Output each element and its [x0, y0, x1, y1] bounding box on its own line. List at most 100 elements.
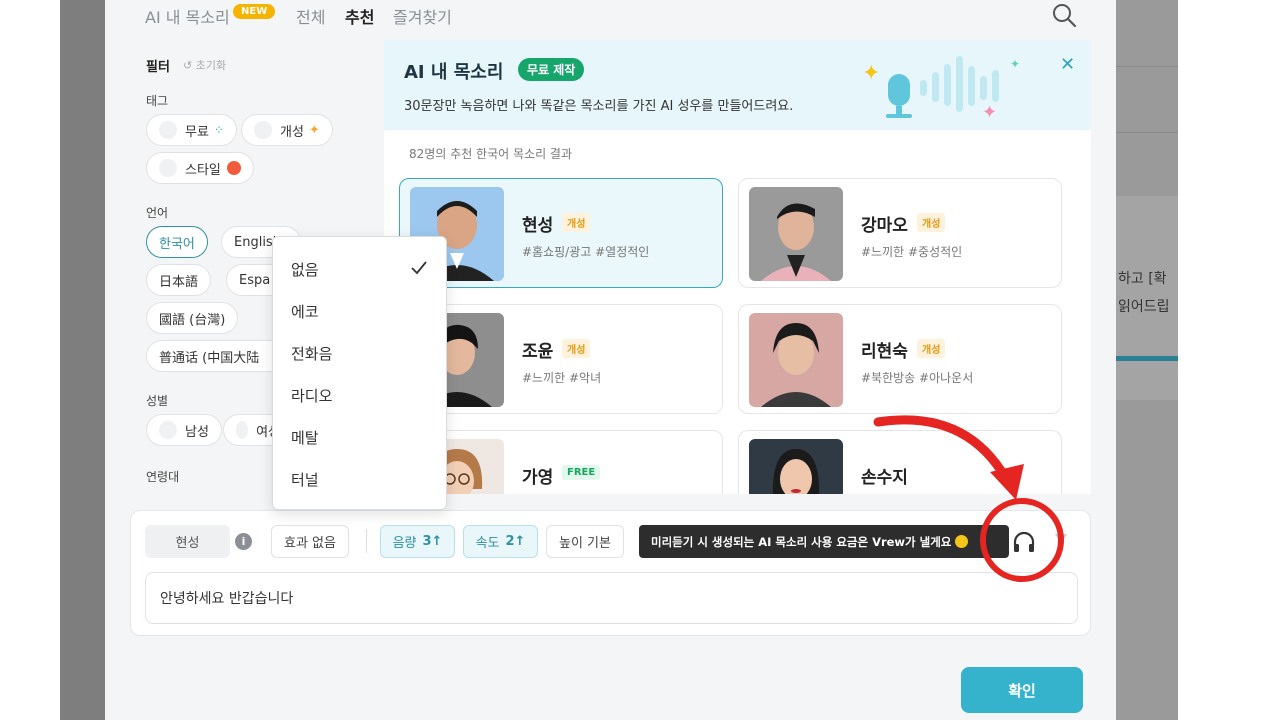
lang-chip-korean[interactable]: 한국어 [146, 226, 208, 258]
voice-name: 가영 [522, 468, 554, 488]
result-count: 82명의 추천 한국어 목소리 결과 [409, 147, 573, 161]
voice-badge: 개성 [562, 339, 591, 358]
info-icon[interactable]: i [235, 533, 252, 550]
speed-button[interactable]: 속도 2↑ [463, 525, 538, 558]
tag-chip-style[interactable]: 스타일 [146, 152, 254, 184]
tag-chip-label: 스타일 [185, 162, 221, 178]
tag-chip-label: 개성 [280, 124, 304, 140]
checkbox-icon [159, 159, 177, 177]
tag-label: 태그 [146, 94, 169, 108]
voice-name: 리현숙 [861, 342, 908, 362]
voice-card[interactable]: 리현숙 개성 #북한방송 #아나운서 [738, 304, 1062, 414]
dropdown-item[interactable]: 전화음 [291, 343, 332, 364]
voice-tags: #느끼한 #악녀 [522, 371, 602, 385]
preview-tooltip: 미리듣기 시 생성되는 AI 목소리 사용 요금은 Vrew가 낼게요 [639, 525, 1009, 558]
bg-divider [1116, 132, 1178, 133]
banner-description: 30문장만 녹음하면 나와 똑같은 목소리를 가진 AI 성우를 만들어드려요. [404, 99, 794, 114]
tab-favorites[interactable]: 즐겨찾기 [393, 4, 452, 28]
selected-voice-button[interactable]: 현성 [145, 525, 230, 558]
bg-text-1: 하고 [확 [1118, 271, 1167, 287]
checkbox-icon [254, 121, 272, 139]
bg-panel: 하고 [확 읽어드립 [1116, 196, 1178, 400]
voice-tags: #홈쇼핑/광고 #열정적인 [522, 245, 650, 259]
age-label: 연령대 [146, 470, 180, 484]
speed-label: 속도 [475, 536, 500, 551]
toolbar-divider [366, 529, 367, 553]
voice-badge: 개성 [917, 339, 946, 358]
voice-card[interactable]: 현성 개성 #홈쇼핑/광고 #열정적인 [399, 178, 723, 288]
annotation-arrow [873, 415, 1024, 500]
star-icon: ✦ [308, 122, 320, 138]
lang-chip-taiwan[interactable]: 國語 (台灣) [146, 302, 239, 334]
dropdown-item[interactable]: 터널 [291, 469, 319, 490]
banner-close-icon[interactable]: ✕ [1060, 54, 1075, 75]
annotation-circle [980, 498, 1064, 582]
checkbox-icon [159, 421, 177, 439]
bg-progress-bar [1116, 356, 1178, 361]
svg-text:✦: ✦ [1010, 57, 1020, 71]
volume-value: 3↑ [422, 534, 443, 549]
smile-emoji-icon [955, 535, 969, 548]
tab-bar: AI 내 목소리 NEW 전체 추천 즐겨찾기 [105, 0, 1116, 40]
speed-value: 2↑ [505, 534, 526, 549]
dropdown-item[interactable]: 없음 [291, 259, 319, 280]
tag-chip-unique[interactable]: 개성 ✦ [241, 114, 333, 146]
confirm-button[interactable]: 확인 [961, 667, 1083, 713]
effect-button[interactable]: 효과 없음 [271, 525, 349, 558]
new-badge: NEW [233, 4, 276, 19]
microphone-sparkle-icon: ✦ ✦ ✦ [862, 56, 1020, 122]
smile-icon [226, 161, 241, 175]
filter-title: 필터 [146, 60, 170, 75]
lang-chip-japanese[interactable]: 日本語 [146, 264, 212, 296]
tab-all[interactable]: 전체 [296, 4, 325, 28]
effect-dropdown: 없음 에코 전화음 라디오 메탈 터널 [272, 236, 447, 510]
language-label: 언어 [146, 206, 169, 220]
pitch-button[interactable]: 높이 기본 [546, 525, 624, 558]
dropdown-item[interactable]: 메탈 [291, 427, 319, 448]
background-window: 하고 [확 읽어드립 [1116, 0, 1178, 720]
voice-badge: 개성 [562, 213, 591, 232]
voice-name: 현성 [522, 216, 554, 236]
voice-dialog: AI 내 목소리 NEW 전체 추천 즐겨찾기 필터 ↺ 초기화 태그 무료 ⁘ … [105, 0, 1116, 720]
sparkle-icon: ⁘ [213, 123, 224, 137]
checkbox-icon [159, 121, 177, 139]
filter-reset-label: 초기화 [195, 59, 227, 72]
ai-voice-banner[interactable]: AI 내 목소리 무료 제작 30문장만 녹음하면 나와 똑같은 목소리를 가진… [384, 40, 1091, 130]
voice-badge: 개성 [917, 213, 946, 232]
voice-tags: #느끼한 #중성적인 [861, 245, 963, 259]
checkbox-icon [236, 421, 249, 439]
free-production-badge: 무료 제작 [518, 58, 585, 81]
volume-button[interactable]: 음량 3↑ [380, 525, 455, 558]
voice-name: 조윤 [522, 342, 554, 362]
voice-card[interactable]: 강마오 개성 #느끼한 #중성적인 [738, 178, 1062, 288]
banner-title: AI 내 목소리 [404, 62, 504, 83]
voice-name: 강마오 [861, 216, 908, 236]
dropdown-item[interactable]: 라디오 [291, 385, 332, 406]
voice-editor: 현성 i 효과 없음 음량 3↑ 속도 2↑ 높이 기본 미리듣기 시 생성되는 A… [130, 510, 1091, 636]
bg-text-2: 읽어드립 [1118, 299, 1170, 315]
svg-text:✦: ✦ [862, 61, 880, 86]
filter-reset-button[interactable]: ↺ 초기화 [183, 57, 226, 73]
check-icon [411, 261, 427, 275]
voice-card[interactable]: 조윤 개성 #느끼한 #악녀 [399, 304, 723, 414]
voice-card[interactable]: 가영 FREE [399, 430, 723, 494]
tooltip-text: 미리듣기 시 생성되는 AI 목소리 사용 요금은 Vrew가 낼게요 [651, 534, 952, 549]
tab-recommended[interactable]: 추천 [345, 4, 374, 28]
voice-badge: FREE [562, 465, 601, 480]
search-icon[interactable] [1051, 2, 1077, 28]
tag-chip-free[interactable]: 무료 ⁘ [146, 114, 237, 146]
gender-label: 성별 [146, 394, 169, 408]
gender-chip-male[interactable]: 남성 [146, 414, 222, 446]
svg-text:✦: ✦ [982, 102, 997, 122]
voice-avatar [749, 313, 843, 407]
dropdown-item[interactable]: 에코 [291, 301, 319, 322]
voice-avatar [749, 439, 843, 494]
voice-avatar [749, 187, 843, 281]
gender-chip-label: 남성 [185, 424, 209, 440]
volume-label: 음량 [392, 536, 417, 551]
bg-divider [1116, 66, 1178, 67]
tab-ai-voice[interactable]: AI 내 목소리 [145, 4, 230, 28]
script-text-input[interactable]: 안녕하세요 반갑습니다 [145, 572, 1078, 624]
voice-tags: #북한방송 #아나운서 [861, 371, 974, 385]
tag-chip-label: 무료 [185, 124, 209, 140]
